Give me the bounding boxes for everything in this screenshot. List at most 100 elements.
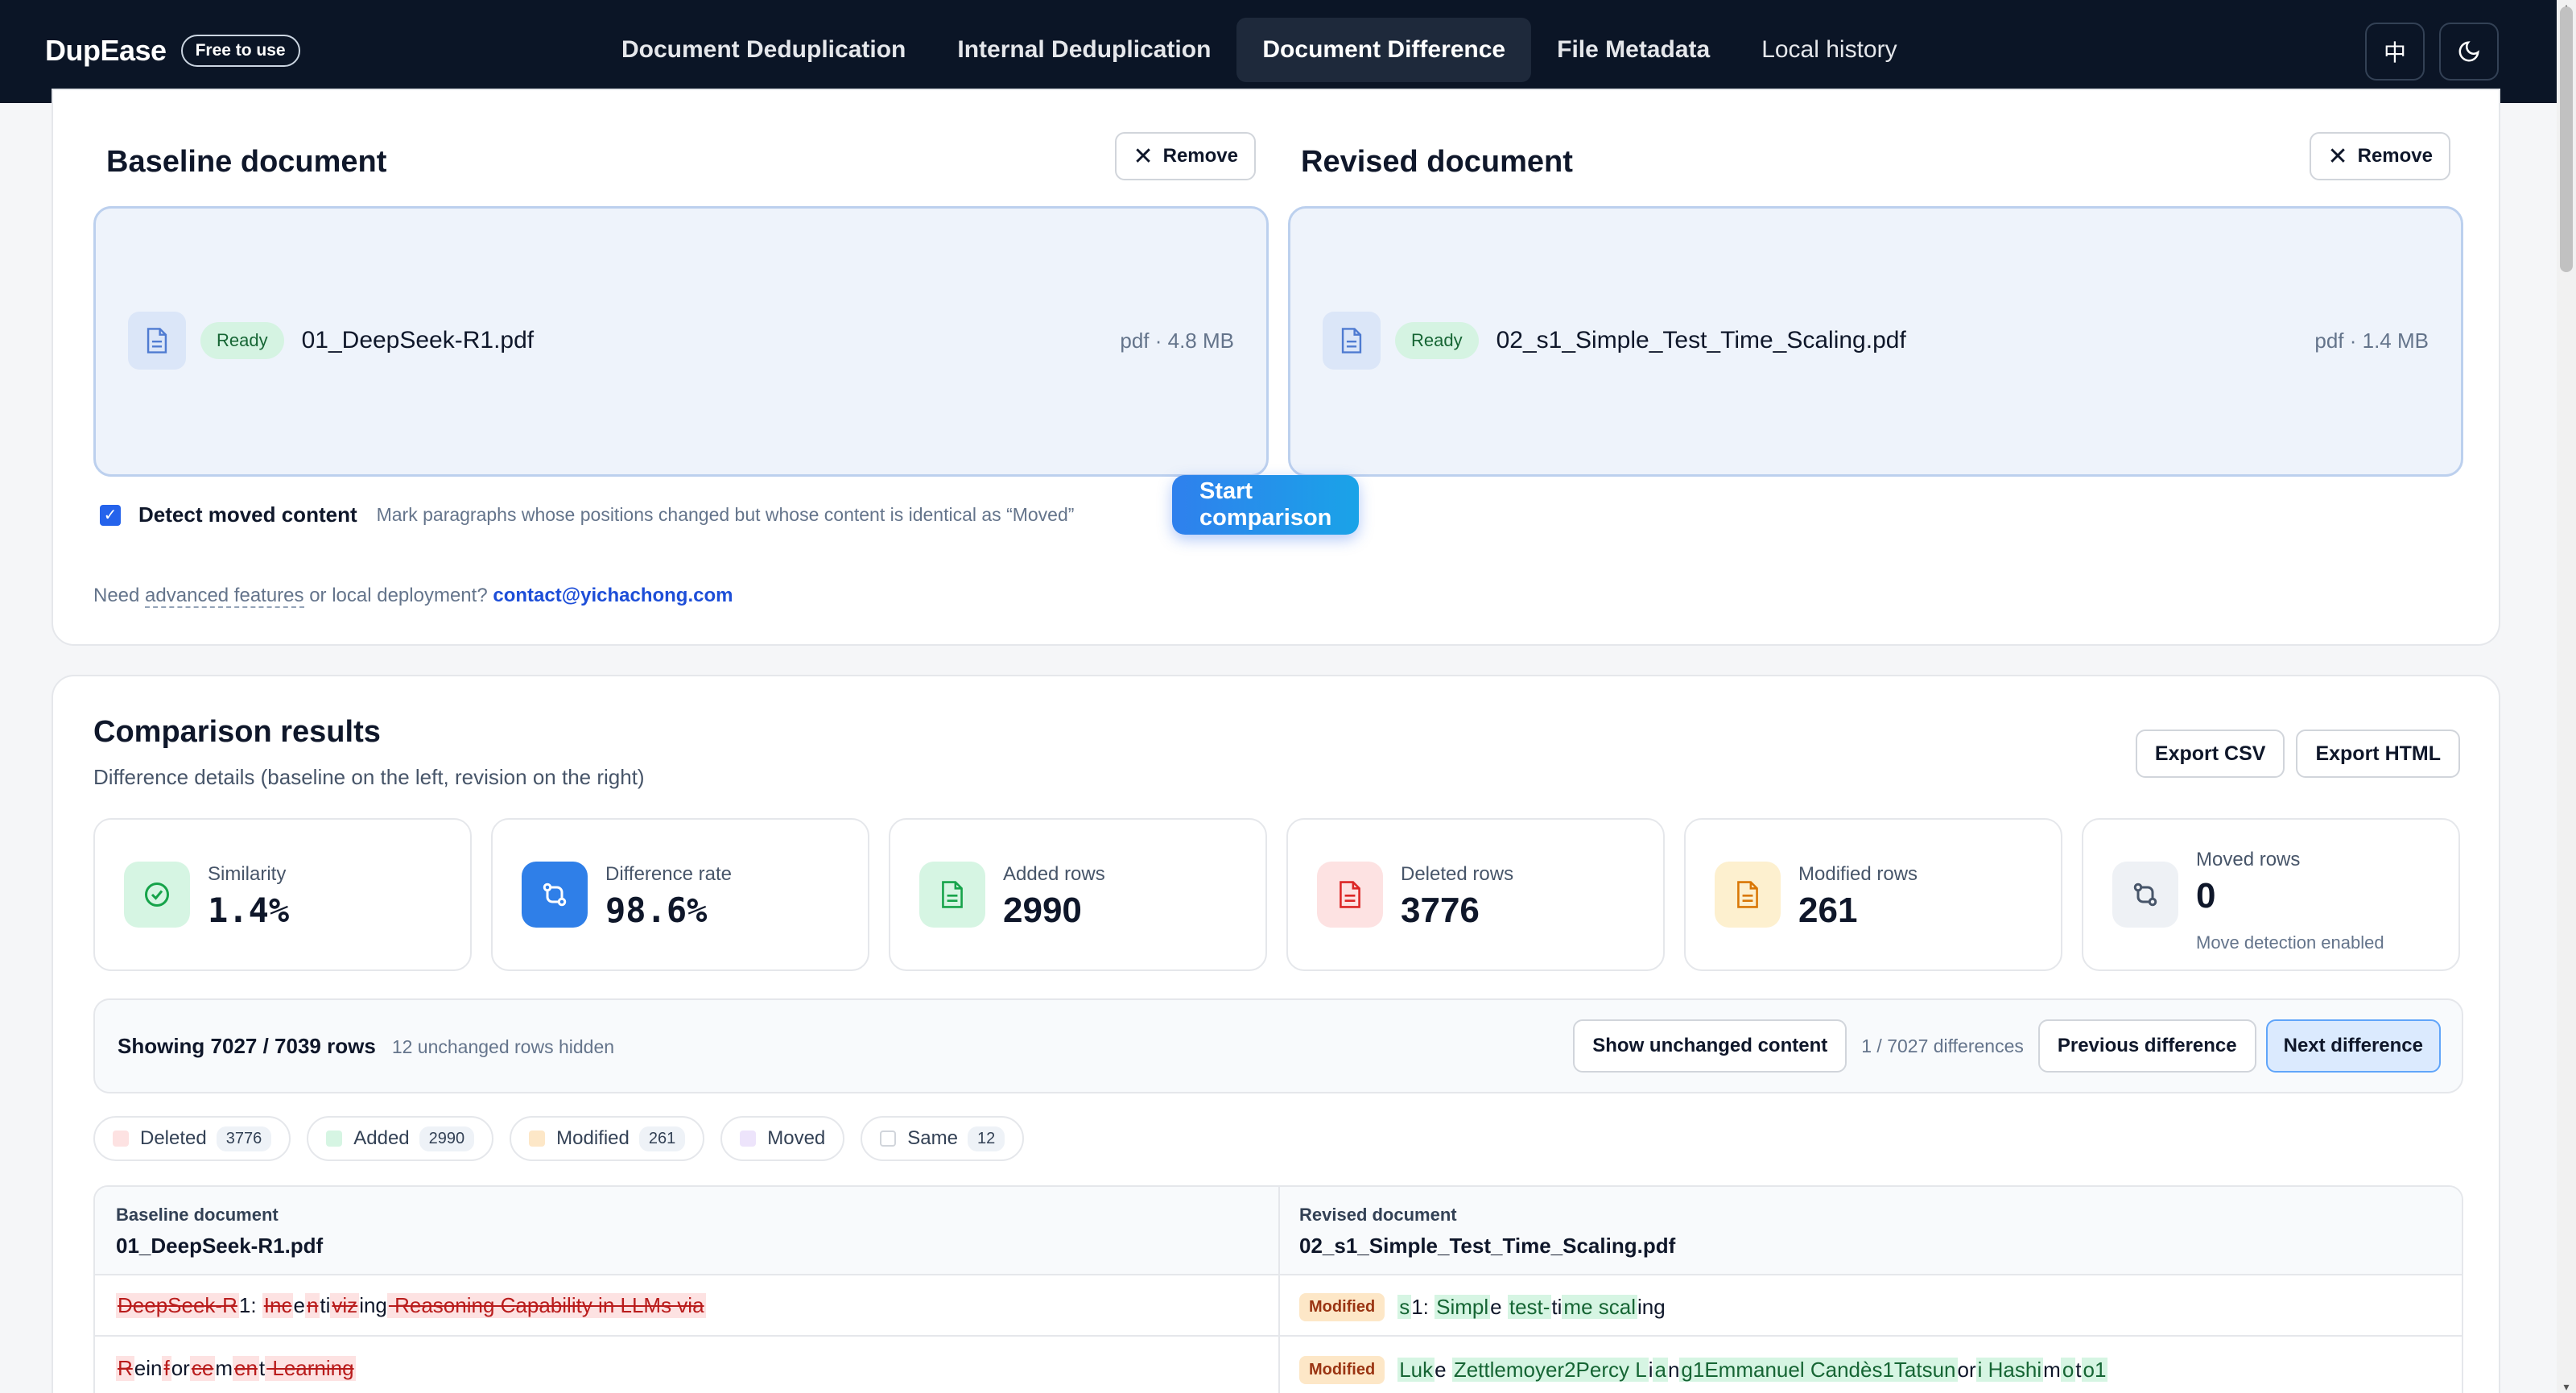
same-text: ing [1637, 1295, 1666, 1319]
nav-local-history[interactable]: Local history [1736, 18, 1922, 82]
chip-count: 12 [967, 1126, 1005, 1151]
brand[interactable]: DupEase Free to use [45, 34, 300, 68]
deleted-text: ce [189, 1356, 216, 1381]
revised-dropzone[interactable]: Ready 02_s1_Simple_Test_Time_Scaling.pdf… [1288, 206, 2463, 477]
stat-label: Added rows [1003, 863, 1105, 885]
stat-note: Move detection enabled [2196, 932, 2384, 953]
stats-row: Similarity 1.4% Difference rate 98.6% Ad… [93, 818, 2460, 971]
stat-difference-rate: Difference rate 98.6% [491, 818, 869, 971]
right-header-label: Revised document [1299, 1205, 1457, 1225]
filter-same[interactable]: Same 12 [861, 1116, 1025, 1161]
scroll-down-icon[interactable]: ▾ [2560, 1380, 2573, 1393]
revised-text: Luke Zettlemoyer2Percy Liang1Emmanuel Ca… [1397, 1358, 2108, 1383]
same-text: m [215, 1356, 233, 1380]
swatch [880, 1131, 897, 1147]
contact-row: Need advanced features or local deployme… [93, 585, 733, 608]
added-text: i Hashi [1975, 1358, 2044, 1382]
chip-label: Modified [556, 1127, 630, 1149]
export-csv-button[interactable]: Export CSV [2135, 730, 2285, 778]
same-text: or [1957, 1358, 1976, 1382]
detect-moved-hint: Mark paragraphs whose positions changed … [376, 504, 1075, 525]
swatch [740, 1131, 757, 1147]
scroll-thumb[interactable] [2560, 6, 2573, 272]
status-badge: Ready [1395, 322, 1479, 359]
deleted-text: DeepSeek-R [116, 1293, 239, 1318]
results-card: Comparison results Difference details (b… [52, 675, 2500, 1393]
detect-moved-label: Detect moved content [138, 502, 357, 527]
nav-file-metadata[interactable]: File Metadata [1531, 18, 1736, 82]
stat-label: Similarity [208, 863, 287, 885]
results-subtitle: Difference details (baseline on the left… [93, 765, 645, 789]
deleted-text: Reasoning Capability in LLMs via [386, 1293, 706, 1318]
compare-icon [522, 862, 588, 928]
revised-title: Revised document [1301, 145, 1573, 179]
start-comparison-button[interactable]: Start comparison [1172, 475, 1360, 535]
chip-label: Added [353, 1127, 410, 1149]
close-icon: ✕ [2327, 143, 2348, 170]
filter-modified[interactable]: Modified 261 [510, 1116, 705, 1161]
options-row: ✓ Detect moved content Mark paragraphs w… [100, 475, 1360, 535]
nav-document-difference[interactable]: Document Difference [1236, 18, 1532, 82]
previous-difference-button[interactable]: Previous difference [2037, 1019, 2256, 1073]
show-unchanged-button[interactable]: Show unchanged content [1573, 1019, 1847, 1073]
results-toolbar: Showing 7027 / 7039 rows 12 unchanged ro… [93, 998, 2463, 1093]
stat-value: 0 [2196, 876, 2216, 916]
page-scrollbar[interactable]: ▴ ▾ [2557, 0, 2576, 1393]
diff-table: Baseline document 01_DeepSeek-R1.pdf Rev… [93, 1185, 2463, 1393]
remove-baseline-button[interactable]: ✕ Remove [1115, 132, 1256, 180]
chip-label: Same [907, 1127, 958, 1149]
remove-label: Remove [2357, 145, 2433, 167]
same-text: e [293, 1293, 305, 1317]
same-text: ing [359, 1293, 387, 1317]
contact-email-link[interactable]: contact@yichachong.com [493, 585, 733, 606]
deleted-text: Inc [262, 1293, 294, 1318]
language-toggle-button[interactable]: 中 [2365, 23, 2425, 81]
same-text: e [1490, 1295, 1508, 1319]
revised-file-name: 02_s1_Simple_Test_Time_Scaling.pdf [1496, 327, 1906, 353]
export-actions: Export CSV Export HTML [2135, 730, 2460, 778]
stat-value: 1.4% [208, 891, 290, 930]
same-text: ti [320, 1293, 331, 1317]
same-text: e [1435, 1358, 1452, 1382]
stat-moved-rows: Moved rows 0 Move detection enabled [2082, 818, 2460, 971]
deleted-text: n [304, 1293, 320, 1318]
added-text: Simpl [1435, 1295, 1491, 1319]
deleted-text: en [232, 1356, 259, 1381]
baseline-file-meta: pdf · 4.8 MB [1120, 328, 1234, 353]
revised-cell: Modified Luke Zettlemoyer2Percy Liang1Em… [1299, 1356, 2108, 1384]
chip-label: Moved [767, 1127, 826, 1149]
next-difference-button[interactable]: Next difference [2265, 1019, 2441, 1073]
deleted-text: f [162, 1356, 171, 1381]
nav-document-deduplication[interactable]: Document Deduplication [596, 18, 931, 82]
stat-label: Difference rate [605, 863, 732, 885]
theme-toggle-button[interactable] [2439, 23, 2499, 81]
stat-label: Moved rows [2196, 849, 2301, 870]
nav-internal-deduplication[interactable]: Internal Deduplication [931, 18, 1236, 82]
top-navigation-bar: DupEase Free to use Document Deduplicati… [0, 0, 2576, 103]
need-prefix: Need [93, 585, 140, 606]
remove-revised-button[interactable]: ✕ Remove [2310, 132, 2450, 180]
same-text: ti [1551, 1295, 1563, 1319]
filter-moved[interactable]: Moved [720, 1116, 845, 1161]
same-text: t [2075, 1358, 2082, 1382]
chip-count: 261 [638, 1126, 686, 1151]
baseline-cell: DeepSeek-R 1: Inc e n ti viz ing Reasoning Cap… [116, 1293, 706, 1318]
filter-added[interactable]: Added 2990 [307, 1116, 494, 1161]
chip-count: 3776 [216, 1126, 272, 1151]
file-icon [1323, 312, 1381, 370]
advanced-features-link[interactable]: advanced features [145, 585, 304, 608]
same-text: 1: [1411, 1295, 1435, 1319]
added-text: Zettlemoyer2Percy L [1451, 1358, 1649, 1382]
swatch [529, 1131, 546, 1147]
navigation-actions: Show unchanged content 1 / 7027 differen… [1573, 1019, 2441, 1073]
detect-moved-checkbox[interactable]: ✓ [100, 504, 121, 526]
added-text: me scal [1562, 1295, 1637, 1319]
export-html-button[interactable]: Export HTML [2296, 730, 2460, 778]
difference-position: 1 / 7027 differences [1861, 1035, 2024, 1056]
filter-deleted[interactable]: Deleted 3776 [93, 1116, 291, 1161]
revised-file-row: Ready 02_s1_Simple_Test_Time_Scaling.pdf… [1323, 312, 2429, 370]
baseline-dropzone[interactable]: Ready 01_DeepSeek-R1.pdf pdf · 4.8 MB [93, 206, 1269, 477]
same-text: ein [134, 1356, 163, 1380]
stat-label: Deleted rows [1401, 863, 1514, 885]
right-header-file: 02_s1_Simple_Test_Time_Scaling.pdf [1299, 1234, 1676, 1258]
